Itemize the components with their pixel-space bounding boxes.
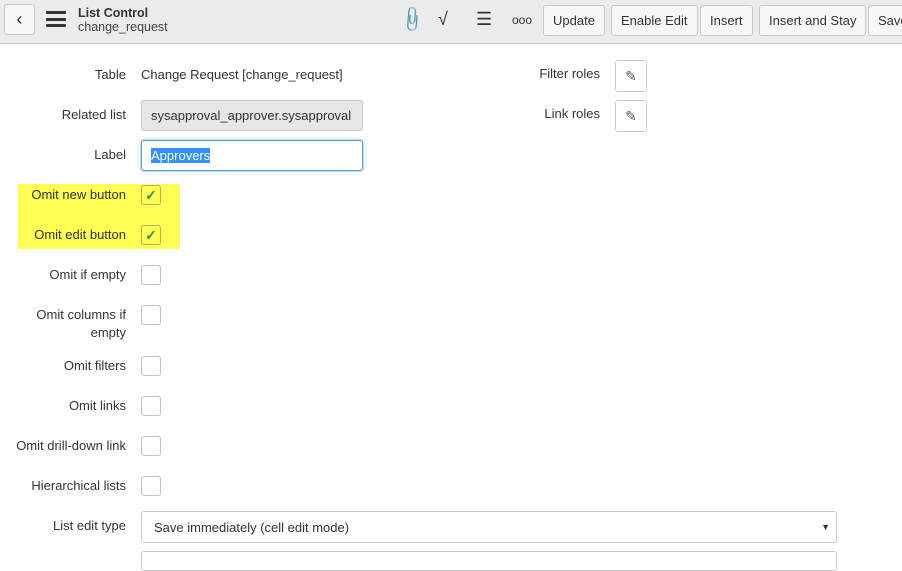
enable-edit-button[interactable]: Enable Edit xyxy=(611,5,698,36)
table-label: Table xyxy=(94,67,126,82)
next-field[interactable] xyxy=(141,551,837,571)
filter-roles-edit-button[interactable]: ✎ xyxy=(615,60,647,92)
omit-if-empty-label: Omit if empty xyxy=(49,267,126,282)
omit-columns-if-empty-label: Omit columns if empty xyxy=(36,307,126,340)
omit-filters-label: Omit filters xyxy=(63,358,126,373)
pencil-icon: ✎ xyxy=(625,107,637,124)
update-button[interactable]: Update xyxy=(543,5,605,36)
omit-links-checkbox[interactable] xyxy=(141,396,161,416)
hierarchical-lists-checkbox[interactable] xyxy=(141,476,161,496)
omit-new-button-checkbox[interactable]: ✓ xyxy=(141,185,161,205)
omit-links-label: Omit links xyxy=(68,398,126,413)
settings-sliders-icon[interactable]: ☰ xyxy=(476,9,492,30)
form-subtitle: change_request xyxy=(78,20,168,34)
omit-if-empty-checkbox[interactable] xyxy=(141,265,161,285)
omit-filters-checkbox[interactable] xyxy=(141,356,161,376)
list-edit-type-select[interactable]: Save immediately (cell edit mode) ▼ xyxy=(141,511,837,543)
list-edit-type-label: List edit type xyxy=(53,518,126,533)
form-title: List Control xyxy=(78,6,149,20)
hierarchical-lists-label: Hierarchical lists xyxy=(31,478,126,493)
related-list-label: Related list xyxy=(61,107,126,122)
omit-drill-down-link-checkbox[interactable] xyxy=(141,436,161,456)
filter-roles-label: Filter roles xyxy=(539,66,600,81)
related-list-field: sysapproval_approver.sysapproval xyxy=(141,100,363,131)
link-roles-label: Link roles xyxy=(544,106,600,121)
list-edit-type-value: Save immediately (cell edit mode) xyxy=(154,519,350,535)
omit-columns-if-empty-checkbox[interactable] xyxy=(141,305,161,325)
form-header: ‹ List Control change_request 📎 √ ☰ ooo … xyxy=(0,0,902,44)
label-field-value: Approvers xyxy=(151,148,211,163)
omit-edit-button-label: Omit edit button xyxy=(34,227,126,242)
save-button[interactable]: Save xyxy=(868,5,902,36)
activity-icon[interactable]: √ xyxy=(438,9,448,30)
insert-and-stay-button[interactable]: Insert and Stay xyxy=(759,5,867,36)
label-field[interactable]: Approvers xyxy=(141,140,363,171)
omit-drill-down-link-label: Omit drill-down link xyxy=(16,438,126,453)
omit-edit-button-checkbox[interactable]: ✓ xyxy=(141,225,161,245)
chevron-left-icon: ‹ xyxy=(16,9,23,29)
paperclip-icon[interactable]: 📎 xyxy=(397,4,428,35)
insert-button[interactable]: Insert xyxy=(700,5,753,36)
back-button[interactable]: ‹ xyxy=(4,4,35,35)
more-options-icon[interactable]: ooo xyxy=(512,13,532,27)
dropdown-arrow-icon: ▼ xyxy=(821,522,830,532)
label-label: Label xyxy=(94,147,126,162)
link-roles-edit-button[interactable]: ✎ xyxy=(615,100,647,132)
omit-new-button-label: Omit new button xyxy=(31,187,126,202)
pencil-icon: ✎ xyxy=(625,67,637,84)
table-value: Change Request [change_request] xyxy=(141,67,343,82)
hamburger-menu-icon[interactable] xyxy=(46,11,66,27)
